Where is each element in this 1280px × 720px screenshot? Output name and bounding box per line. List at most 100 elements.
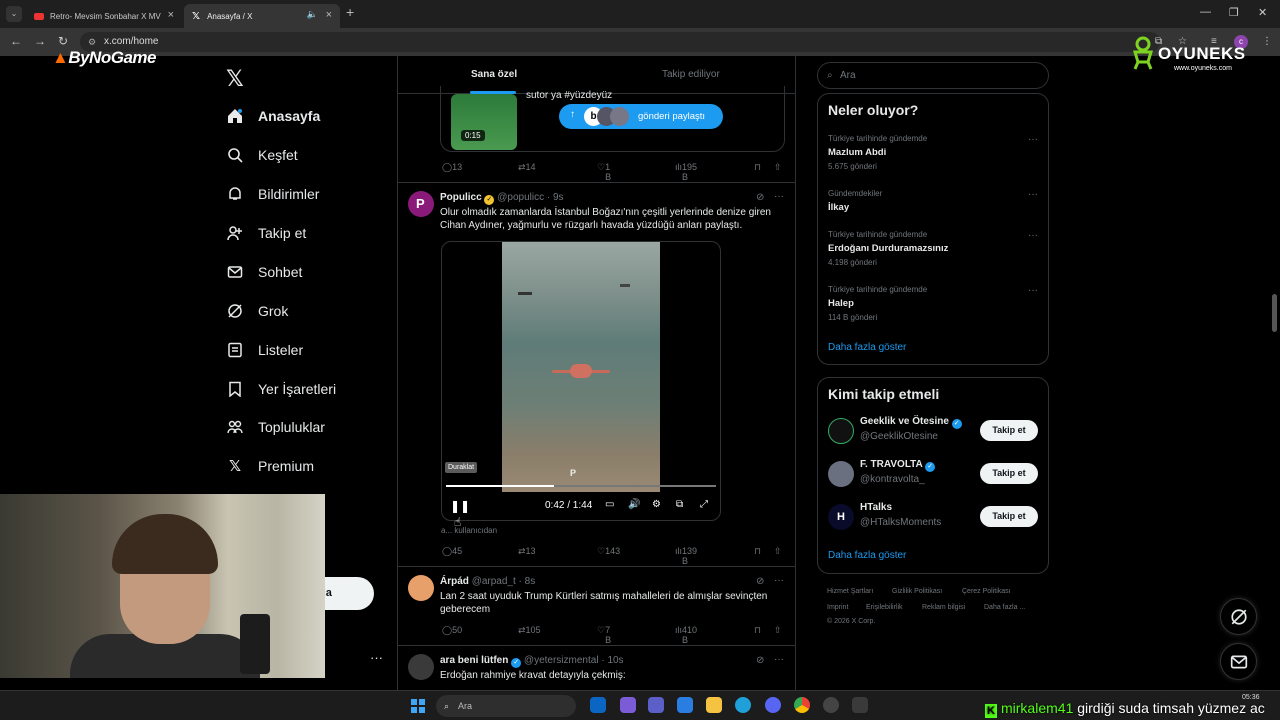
more-icon[interactable]: ··· <box>1028 230 1038 241</box>
trend-item[interactable]: Türkiye tarihinde gündemde Mazlum Abdi 5… <box>828 134 1038 171</box>
bookmark-button[interactable]: ⊓ <box>754 162 761 173</box>
close-tab-icon[interactable]: × <box>326 9 332 21</box>
avatar[interactable]: P <box>408 191 434 217</box>
share-button[interactable]: ⇧ <box>774 162 782 173</box>
minimize-icon[interactable]: — <box>1200 6 1211 18</box>
author-handle[interactable]: @yetersizmental <box>524 655 599 666</box>
retweet-button[interactable]: ⇄ 105 <box>518 625 541 636</box>
follow-button[interactable]: Takip et <box>980 420 1038 441</box>
grok-icon[interactable]: ⊘ <box>756 655 764 666</box>
tweet-quote-card[interactable]: 0:15 sutor ya #yüzdeyüz ↑ b gönderi payl… <box>440 86 785 152</box>
author-handle[interactable]: @arpad_t <box>472 576 516 587</box>
more-icon[interactable]: ··· <box>1028 285 1038 296</box>
views-button[interactable]: ılı 139 B <box>675 546 697 566</box>
more-icon[interactable]: ··· <box>1028 189 1038 200</box>
nav-item-notifications[interactable]: Bildirimler <box>226 181 319 207</box>
show-more-link[interactable]: Daha fazla göster <box>828 342 906 353</box>
store-icon[interactable] <box>677 697 693 713</box>
author-handle[interactable]: @populicc <box>497 192 544 203</box>
video-source[interactable]: a... kullanıcıdan <box>441 526 497 535</box>
forward-icon[interactable]: → <box>34 34 46 48</box>
retweet-button[interactable]: ⇄ 13 <box>518 546 536 557</box>
back-icon[interactable]: ← <box>10 34 22 48</box>
fullscreen-icon[interactable]: ⤢ <box>700 499 708 510</box>
trend-item[interactable]: Gündemdekiler İlkay ··· <box>828 189 1038 213</box>
taskbar-clock[interactable]: 05:36 <box>1242 693 1260 702</box>
reply-button[interactable]: ◯ 50 <box>442 625 462 636</box>
browser-tab-youtube[interactable]: Retro- Mevsim Sonbahar X MV × <box>26 4 182 28</box>
audio-icon[interactable]: 🔈 <box>307 9 318 20</box>
footer-link[interactable]: Erişilebilirlik <box>866 604 903 611</box>
avatar[interactable] <box>408 575 434 601</box>
teams-icon[interactable] <box>620 697 636 713</box>
file-explorer-icon[interactable] <box>706 697 722 713</box>
messages-fab[interactable] <box>1220 643 1257 680</box>
close-tab-icon[interactable]: × <box>168 9 174 21</box>
avatar[interactable] <box>408 654 434 680</box>
taskbar-search[interactable]: ⌕ Ara <box>436 695 576 717</box>
share-button[interactable]: ⇧ <box>774 625 782 636</box>
author-name[interactable]: ara beni lütfen <box>440 655 508 666</box>
nav-item-lists[interactable]: Listeler <box>226 337 303 363</box>
follow-suggestion[interactable]: Geeklik ve Ötesine ✓ @GeeklikOtesine Tak… <box>828 416 1040 446</box>
nav-item-home[interactable]: Anasayfa <box>226 103 320 129</box>
nav-item-follow[interactable]: Takip et <box>226 220 306 246</box>
close-window-icon[interactable]: ✕ <box>1258 6 1267 19</box>
obs-icon[interactable] <box>823 697 839 713</box>
retweet-button[interactable]: ⇄ 14 <box>518 162 536 173</box>
grok-icon[interactable]: ⊘ <box>756 576 764 587</box>
views-button[interactable]: ılı 195 B <box>675 162 697 182</box>
more-icon[interactable]: ··· <box>774 191 784 202</box>
account-more-icon[interactable]: ··· <box>370 650 383 665</box>
settings-icon[interactable]: ⚙ <box>652 499 661 510</box>
chat-icon[interactable] <box>648 697 664 713</box>
discord-icon[interactable] <box>765 697 781 713</box>
tab-search-button[interactable]: ⌄ <box>6 6 22 22</box>
more-icon[interactable]: ··· <box>1028 134 1038 145</box>
volume-icon[interactable]: 🔊 <box>628 499 640 510</box>
more-icon[interactable]: ··· <box>774 654 784 665</box>
search-input[interactable]: ⌕ Ara <box>817 62 1049 89</box>
reload-icon[interactable]: ↻ <box>58 34 68 48</box>
windows-start-icon[interactable] <box>411 699 425 713</box>
tab-for-you[interactable]: Sana özel <box>471 69 517 80</box>
tweet-time[interactable]: 9s <box>553 192 564 203</box>
footer-link[interactable]: Gizlilik Politikası <box>892 588 942 595</box>
tweet-time[interactable]: 10s <box>607 655 623 666</box>
footer-link[interactable]: Daha fazla ... <box>984 604 1025 611</box>
show-more-link[interactable]: Daha fazla göster <box>828 550 906 561</box>
video-progress-bar[interactable] <box>446 485 716 487</box>
chrome-icon[interactable] <box>794 697 810 713</box>
follow-button[interactable]: Takip et <box>980 506 1038 527</box>
footer-link[interactable]: Imprint <box>827 604 848 611</box>
nav-item-grok[interactable]: Grok <box>226 298 288 324</box>
nav-item-explore[interactable]: Keşfet <box>226 142 298 168</box>
new-tab-button[interactable]: + <box>346 4 354 20</box>
follow-suggestion[interactable]: H HTalks @HTalksMoments Takip et <box>828 502 1040 532</box>
footer-link[interactable]: Hizmet Şartları <box>827 588 873 595</box>
copilot-icon[interactable] <box>590 697 606 713</box>
grok-fab[interactable] <box>1220 598 1257 635</box>
bookmark-button[interactable]: ⊓ <box>754 625 761 636</box>
views-button[interactable]: ılı 410 B <box>675 625 697 645</box>
pip-icon[interactable]: ⧉ <box>676 499 683 510</box>
app-icon[interactable] <box>852 697 868 713</box>
follow-button[interactable]: Takip et <box>980 463 1038 484</box>
restore-icon[interactable]: ❐ <box>1229 6 1239 19</box>
like-button[interactable]: ♡ 7 B <box>597 625 611 645</box>
trend-item[interactable]: Türkiye tarihinde gündemde Halep 114 B g… <box>828 285 1038 322</box>
x-logo-icon[interactable]: 𝕏 <box>226 66 244 92</box>
reply-button[interactable]: ◯ 45 <box>442 546 462 557</box>
follow-suggestion[interactable]: F. TRAVOLTA ✓ @kontravolta_ Takip et <box>828 459 1040 489</box>
nav-item-bookmarks[interactable]: Yer İşaretleri <box>226 376 336 402</box>
nav-item-messages[interactable]: Sohbet <box>226 259 302 285</box>
video-thumbnail[interactable]: 0:15 <box>451 94 517 150</box>
bookmark-button[interactable]: ⊓ <box>754 546 761 557</box>
footer-link[interactable]: Reklam bilgisi <box>922 604 965 611</box>
menu-icon[interactable]: ⋮ <box>1262 36 1272 47</box>
tweet-time[interactable]: 8s <box>525 576 536 587</box>
share-button[interactable]: ⇧ <box>774 546 782 557</box>
captions-icon[interactable]: ▭ <box>605 499 614 510</box>
nav-item-premium[interactable]: 𝕏 Premium <box>226 453 314 479</box>
video-player[interactable]: P Duraklat ❚❚ 0:42 / 1:44 ▭ 🔊 ⚙ ⧉ ⤢ <box>441 241 721 521</box>
